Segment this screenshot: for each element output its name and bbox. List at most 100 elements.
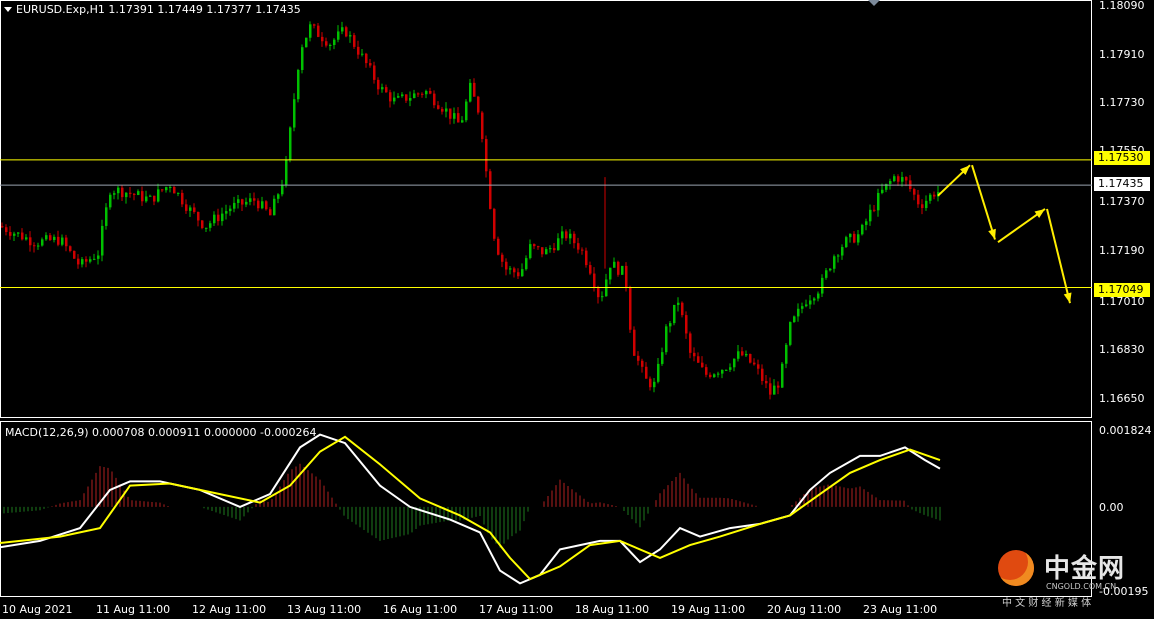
candle-body: [417, 93, 420, 95]
price-chart-canvas[interactable]: [0, 0, 1154, 619]
candle-body: [401, 94, 404, 97]
macd-signal-line: [0, 435, 941, 581]
candle-body: [309, 24, 312, 38]
candle-body: [333, 39, 336, 45]
candle-body: [589, 265, 592, 274]
candle-body: [273, 198, 276, 216]
candle-body: [449, 108, 452, 119]
forecast-arrow-shaft: [971, 164, 996, 240]
macd-header: MACD(12,26,9) 0.000708 0.000911 0.000000…: [5, 426, 317, 439]
forecast-arrow-head: [1034, 208, 1045, 219]
candle-body: [49, 235, 52, 240]
time-axis-label: 17 Aug 11:00: [479, 603, 554, 616]
candle-body: [737, 351, 740, 359]
candle-body: [193, 207, 196, 212]
macd-histogram: [3, 463, 941, 548]
forecast-arrow-shaft: [1046, 208, 1071, 304]
cngold-watermark: 中金网 CNGOLD.COM.CN 中 文 财 经 新 媒 体: [994, 548, 1144, 609]
candle-body: [889, 181, 892, 184]
candle-body: [165, 187, 168, 191]
candle-body: [621, 265, 624, 275]
candle-body: [581, 249, 584, 251]
candle-body: [841, 247, 844, 256]
candle-body: [1, 226, 4, 228]
candle-body: [917, 194, 920, 205]
candle-body: [221, 213, 224, 222]
candle-body: [689, 333, 692, 353]
candle-body: [161, 189, 164, 191]
candle-body: [649, 378, 652, 388]
collapse-triangle-icon[interactable]: [4, 7, 12, 12]
candle-body: [741, 351, 744, 356]
candle-body: [209, 223, 212, 228]
candle-body: [753, 362, 756, 365]
resistance-level-label: 1.17530: [1094, 151, 1150, 165]
candle-body: [121, 187, 124, 198]
candle-body: [533, 244, 536, 247]
candle-body: [137, 191, 140, 195]
candle-body: [933, 194, 936, 197]
candle-body: [877, 192, 880, 211]
candle-body: [85, 259, 88, 262]
candle-body: [373, 65, 376, 80]
candle-body: [445, 108, 448, 112]
candle-body: [317, 25, 320, 37]
candle-body: [297, 69, 300, 100]
candle-body: [97, 255, 100, 259]
candle-body: [37, 245, 40, 247]
candle-body: [213, 214, 216, 224]
price-axis-label: 1.18090: [1099, 0, 1145, 12]
candle-body: [5, 227, 8, 233]
candle-body: [693, 352, 696, 357]
candle-body: [433, 93, 436, 106]
candle-body: [505, 261, 508, 270]
candle-body: [177, 192, 180, 194]
candle-body: [825, 270, 828, 278]
candle-body: [281, 184, 284, 195]
candle-body: [69, 246, 72, 251]
candle-body: [781, 363, 784, 388]
chart-window[interactable]: EURUSD.Exp,H1 1.17391 1.17449 1.17377 1.…: [0, 0, 1154, 619]
candle-body: [157, 189, 160, 202]
candle-body: [713, 374, 716, 378]
candle-body: [421, 93, 424, 95]
candle-body: [13, 233, 16, 236]
candle-body: [141, 191, 144, 202]
candle-body: [849, 233, 852, 238]
candle-body: [425, 91, 428, 95]
candle-body: [665, 326, 668, 353]
candle-body: [277, 194, 280, 199]
price-axis-label: 1.17190: [1099, 244, 1145, 257]
candle-body: [897, 176, 900, 182]
candle-body: [409, 98, 412, 101]
candle-body: [369, 63, 372, 66]
time-axis-label: 11 Aug 11:00: [96, 603, 171, 616]
candle-body: [553, 248, 556, 251]
candle-body: [105, 207, 108, 226]
candle-body: [397, 96, 400, 98]
price-axis-label: 1.17910: [1099, 48, 1145, 61]
time-axis-label: 20 Aug 11:00: [767, 603, 842, 616]
candle-body: [881, 189, 884, 193]
candle-body: [9, 232, 12, 236]
candle-body: [197, 211, 200, 221]
candle-body: [565, 231, 568, 239]
candle-body: [133, 193, 136, 195]
candle-body: [345, 27, 348, 37]
candle-body: [53, 236, 56, 240]
candle-body: [765, 380, 768, 384]
candle-body: [101, 225, 104, 256]
time-axis-label: 23 Aug 11:00: [863, 603, 938, 616]
chart-shift-marker[interactable]: [868, 0, 880, 6]
time-axis-label: 10 Aug 2021: [2, 603, 73, 616]
candle-body: [265, 201, 268, 210]
candle-body: [201, 220, 204, 229]
candle-body: [669, 323, 672, 327]
candle-body: [869, 209, 872, 222]
candle-body: [809, 300, 812, 305]
candle-body: [541, 247, 544, 255]
price-axis-label: 1.17370: [1099, 195, 1145, 208]
candle-body: [717, 373, 720, 375]
candle-body: [233, 202, 236, 209]
candle-body: [585, 250, 588, 266]
